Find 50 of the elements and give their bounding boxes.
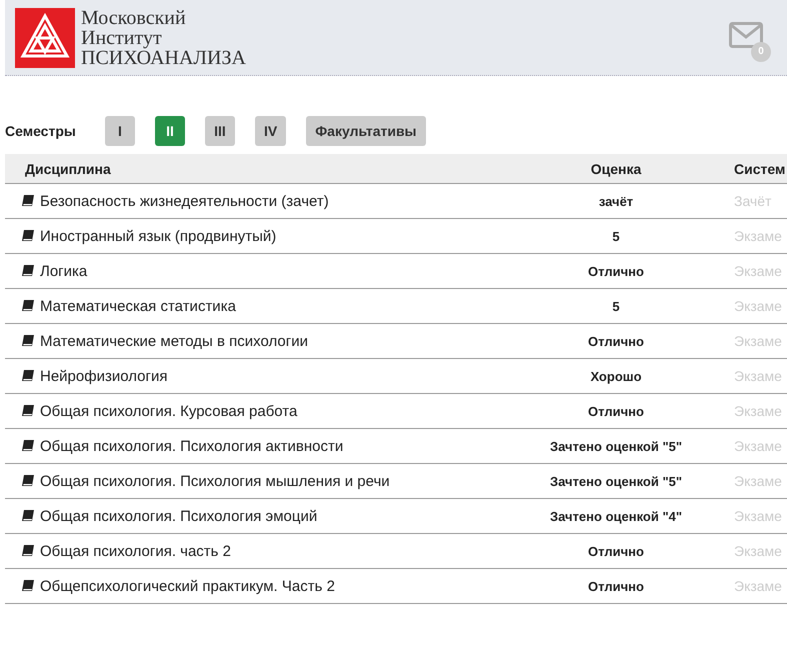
semesters-label: Семестры <box>5 123 77 139</box>
grade: Зачтено оценкой "5" <box>548 472 684 491</box>
discipline-name: Общая психология. часть 2 <box>40 542 232 560</box>
column-header: Дисциплина <box>24 160 112 176</box>
grade: Отлично <box>587 402 645 420</box>
book-icon <box>21 579 35 593</box>
book-icon <box>21 544 35 558</box>
semester-tab[interactable]: IV <box>255 116 286 146</box>
logo-text: Московский <box>81 8 187 28</box>
logo-text: ПСИХОАНАЛИЗА <box>81 48 246 68</box>
grade: Отлично <box>587 542 645 560</box>
book-icon <box>21 229 35 243</box>
discipline-name: Общепсихологический практикум. Часть 2 <box>40 578 335 594</box>
discipline-name: Иностранный язык (продвинутый) <box>40 228 276 244</box>
grade: 5 <box>611 228 621 246</box>
discipline-name: Математическая статистика <box>40 298 236 314</box>
discipline-name: Логика <box>40 262 88 280</box>
semester-tab[interactable]: Факультативы <box>306 116 426 146</box>
logo-text: Институт <box>81 28 163 48</box>
semester-tab[interactable]: III <box>205 116 235 146</box>
book-icon <box>21 264 35 278</box>
column-header: Систем <box>733 160 786 176</box>
book-icon <box>21 334 35 348</box>
discipline-name: Общая психология. Психология активности <box>40 438 344 454</box>
grade: Зачтено оценкой "4" <box>548 508 684 526</box>
book-icon <box>21 404 35 418</box>
logo-icon <box>15 8 75 68</box>
semester-tab[interactable]: I <box>105 116 135 146</box>
envelope-icon[interactable] <box>729 22 763 48</box>
discipline-name: Общая психология. Психология мышления и речи <box>40 472 390 490</box>
column-header: Оценка <box>590 160 642 176</box>
grade: Отлично <box>587 332 645 350</box>
book-icon <box>21 509 35 523</box>
grade: зачёт <box>598 192 634 210</box>
grade: Хорошо <box>589 368 643 386</box>
discipline-name: Нейрофизиология <box>40 368 168 384</box>
discipline-name: Общая психология. Курсовая работа <box>40 402 298 420</box>
discipline-name: Безопасность жизнедеятельности (зачет) <box>40 192 329 210</box>
discipline-name: Математические методы в психологии <box>40 332 308 350</box>
book-icon <box>21 299 35 313</box>
semester-tab[interactable]: II <box>155 116 185 146</box>
book-icon <box>21 194 35 208</box>
book-icon <box>21 369 35 383</box>
grade: 5 <box>611 298 621 316</box>
discipline-name: Общая психология. Психология эмоций <box>40 508 318 524</box>
grade: Отлично <box>587 262 645 280</box>
grade: Зачтено оценкой "5" <box>548 438 684 456</box>
book-icon <box>21 474 35 488</box>
grade: Отлично <box>587 578 645 596</box>
book-icon <box>21 439 35 453</box>
